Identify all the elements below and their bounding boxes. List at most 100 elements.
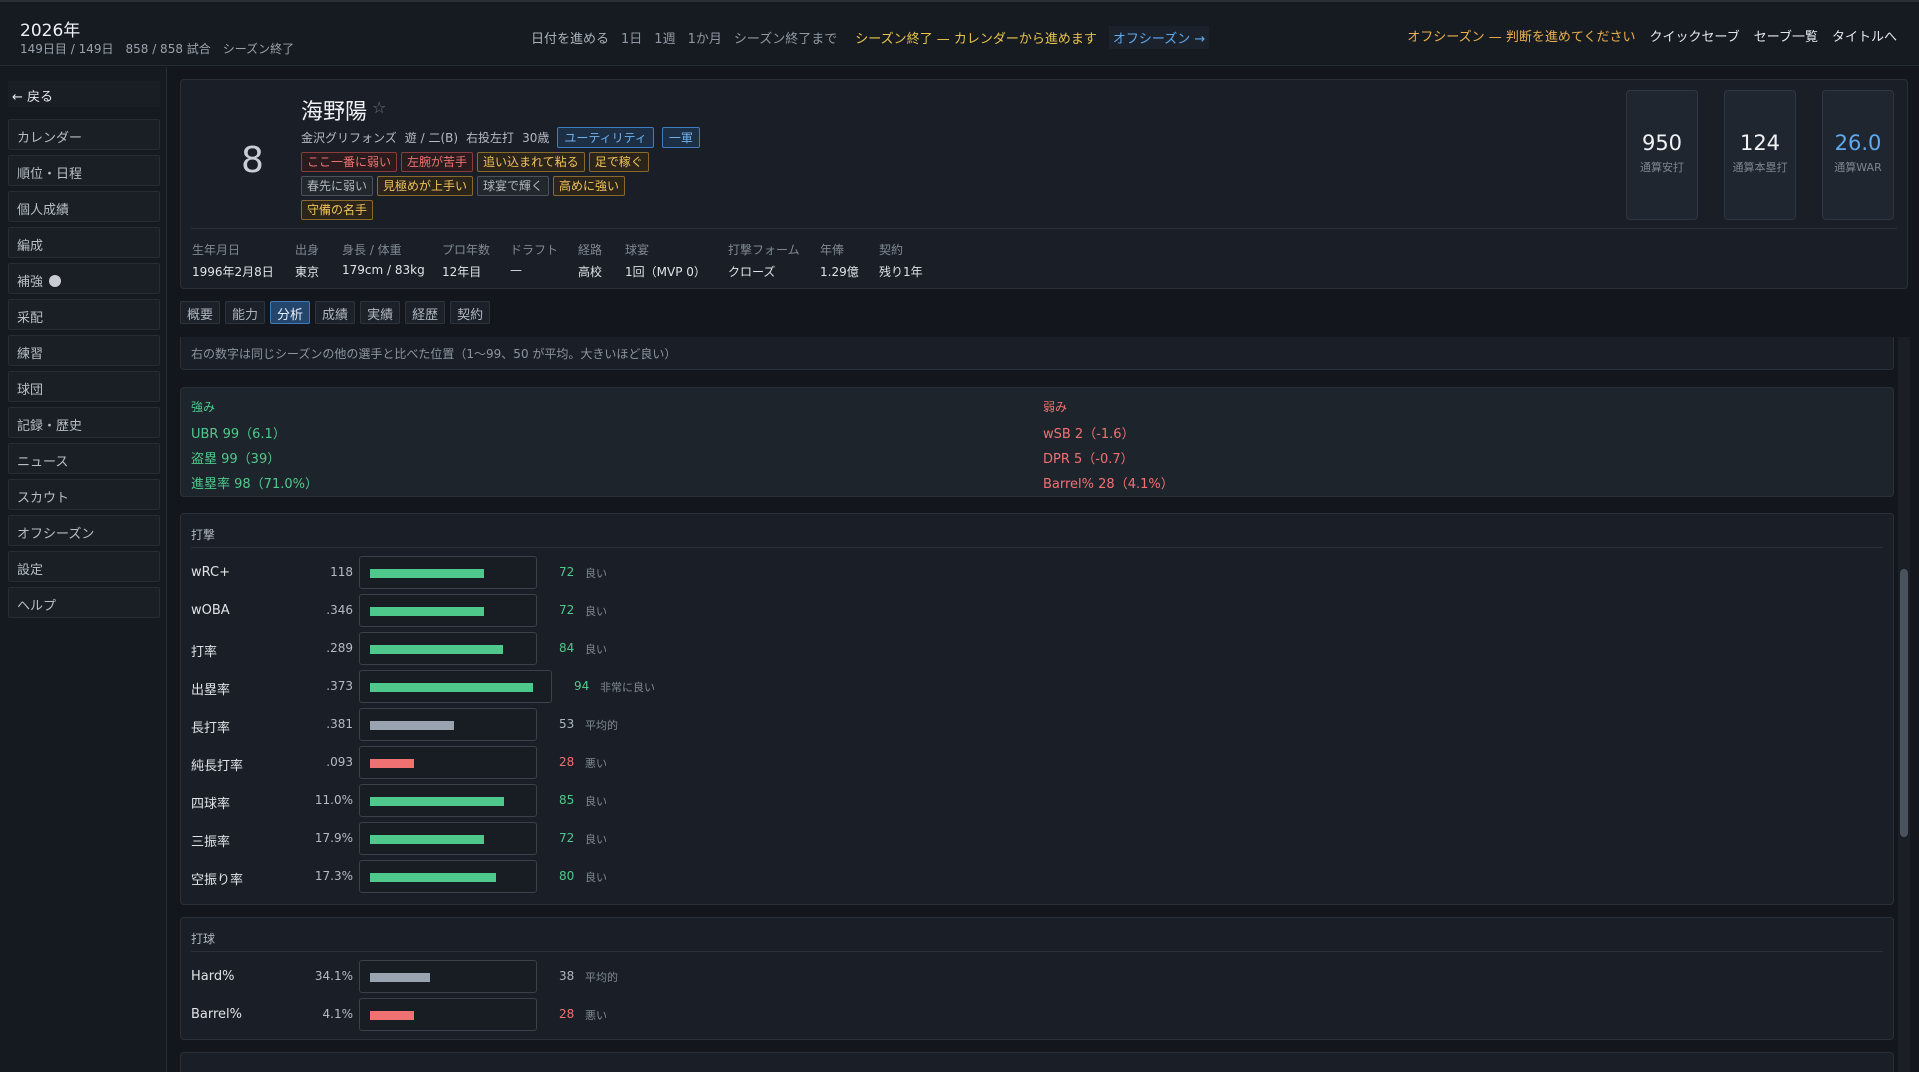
back-button[interactable]: ← 戻る bbox=[8, 81, 160, 107]
percentile-grade: 平均的 bbox=[585, 971, 618, 984]
bio-value: クローズ bbox=[728, 265, 776, 279]
sidebar-item-offseason[interactable]: オフシーズン bbox=[8, 515, 160, 546]
trait-badge: 守備の名手 bbox=[301, 200, 374, 220]
bio-birthdate: 生年月日 1996年2月8日 bbox=[192, 241, 274, 280]
sidebar-item-label: 補強 bbox=[17, 275, 44, 290]
bio-route: 経路 高校 bbox=[578, 241, 602, 280]
tab-history[interactable]: 経歴 bbox=[405, 301, 446, 324]
sidebar-item-player-stats[interactable]: 個人成績 bbox=[8, 191, 160, 222]
trait-badge: 高めに強い bbox=[553, 176, 626, 196]
advance-1-day-button[interactable]: 1日 bbox=[621, 28, 642, 47]
percentile-value: 85 bbox=[559, 793, 575, 807]
main-content: 8 海野陽 ☆ 金沢グリフォンズ 遊 / 二(B) 右投左打 30歳 ユーティリ… bbox=[168, 67, 1919, 1072]
sidebar-item-practice[interactable]: 練習 bbox=[8, 335, 160, 366]
bio-label: 球宴 bbox=[625, 243, 650, 257]
bio-value: — bbox=[510, 263, 522, 277]
metric-name: 長打率 bbox=[191, 721, 231, 736]
sidebar: ← 戻る カレンダー 順位・日程 個人成績 編成 補強 采配 練習 球団 記録・… bbox=[0, 67, 167, 1072]
percentile-grade: 悪い bbox=[585, 757, 607, 770]
percentile-bar bbox=[359, 860, 537, 893]
strength-item: 盗塁 99（39） bbox=[191, 452, 281, 467]
season-end-message: シーズン終了 — カレンダーから進めます bbox=[855, 32, 1097, 47]
player-bats-throws: 右投左打 bbox=[466, 131, 515, 145]
bio-allstar: 球宴 1回（MVP 0） bbox=[625, 241, 706, 280]
metric-value: .381 bbox=[326, 717, 353, 731]
sidebar-item-news[interactable]: ニュース bbox=[8, 443, 160, 474]
bio-label: 年俸 bbox=[820, 243, 845, 257]
metric-value: 11.0% bbox=[314, 793, 353, 807]
tab-stats[interactable]: 成績 bbox=[315, 301, 356, 324]
bio-draft: ドラフト — bbox=[510, 241, 558, 277]
bio-hometown: 出身 東京 bbox=[295, 241, 319, 280]
advance-1-month-button[interactable]: 1か月 bbox=[688, 28, 722, 47]
trait-badge: 足で稼ぐ bbox=[588, 152, 649, 172]
bio-value: 179cm / 83kg bbox=[342, 263, 425, 277]
content-scrollbar[interactable] bbox=[1898, 337, 1910, 1072]
percentile-bar bbox=[359, 784, 537, 817]
batting-section-title: 打撃 bbox=[191, 528, 216, 542]
sidebar-item-calendar[interactable]: カレンダー bbox=[8, 119, 160, 150]
percentile-bar bbox=[359, 556, 537, 589]
metric-name: 空振り率 bbox=[191, 873, 244, 888]
sidebar-item-scout[interactable]: スカウト bbox=[8, 479, 160, 510]
strengths-weaknesses-card: 強み UBR 99（6.1） 盗塁 99（39） 進塁率 98（71.0%） 弱… bbox=[180, 387, 1894, 497]
career-hits-label: 通算安打 bbox=[1640, 161, 1684, 174]
top-bar: 2026年 149日目 / 149日 858 / 858 試合 シーズン終了 日… bbox=[0, 0, 1919, 66]
metric-row: Hard% 34.1% 38 平均的 bbox=[191, 960, 891, 993]
career-war-value: 26.0 bbox=[1834, 131, 1882, 155]
percentile-value: 53 bbox=[559, 717, 575, 731]
tab-analysis[interactable]: 分析 bbox=[270, 301, 311, 324]
scrollbar-thumb[interactable] bbox=[1900, 569, 1908, 837]
sidebar-item-tactics[interactable]: 采配 bbox=[8, 299, 160, 330]
quick-save-button[interactable]: クイックセーブ bbox=[1650, 26, 1740, 45]
offseason-link[interactable]: オフシーズン → bbox=[1108, 26, 1210, 49]
metric-name: wRC+ bbox=[191, 565, 230, 580]
sidebar-item-roster[interactable]: 編成 bbox=[8, 227, 160, 258]
role-badge: ユーティリティ bbox=[557, 127, 654, 148]
next-section bbox=[180, 1052, 1894, 1072]
advance-label: 日付を進める bbox=[531, 32, 610, 47]
to-title-button[interactable]: タイトルへ bbox=[1832, 26, 1897, 45]
percentile-bar-fill bbox=[370, 1011, 414, 1020]
percentile-grade: 良い bbox=[585, 871, 607, 884]
advance-1-week-button[interactable]: 1週 bbox=[654, 28, 675, 47]
sidebar-item-records[interactable]: 記録・歴史 bbox=[8, 407, 160, 438]
bio-value: 1.29億 bbox=[820, 265, 859, 279]
batted-ball-section: 打球 Hard% 34.1% 38 平均的 Barrel% 4.1% 28 悪い bbox=[180, 917, 1894, 1040]
favorite-star-icon[interactable]: ☆ bbox=[372, 98, 386, 117]
metric-row: 長打率 .381 53 平均的 bbox=[191, 708, 891, 741]
tab-ratings[interactable]: 能力 bbox=[225, 301, 266, 324]
metric-value: 118 bbox=[330, 565, 353, 579]
tab-achievements[interactable]: 実績 bbox=[360, 301, 401, 324]
trait-badge: 見極めが上手い bbox=[377, 176, 474, 196]
metric-row: 空振り率 17.3% 80 良い bbox=[191, 860, 891, 893]
percentile-bar-fill bbox=[370, 973, 430, 982]
metric-name: 出塁率 bbox=[191, 683, 231, 698]
weakness-item: DPR 5（-0.7） bbox=[1043, 452, 1134, 467]
sidebar-item-club[interactable]: 球団 bbox=[8, 371, 160, 402]
tab-contract[interactable]: 契約 bbox=[450, 301, 491, 324]
tab-overview[interactable]: 概要 bbox=[180, 301, 221, 324]
strengths-column: 強み UBR 99（6.1） 盗塁 99（39） 進塁率 98（71.0%） bbox=[191, 398, 318, 498]
player-name: 海野陽 bbox=[301, 100, 368, 125]
player-age: 30歳 bbox=[522, 131, 550, 145]
sidebar-item-standings[interactable]: 順位・日程 bbox=[8, 155, 160, 186]
percentile-note-card: 右の数字は同じシーズンの他の選手と比べた位置（1〜99、50 が平均。大きいほど… bbox=[180, 337, 1894, 370]
percentile-note: 右の数字は同じシーズンの他の選手と比べた位置（1〜99、50 が平均。大きいほど… bbox=[191, 347, 677, 361]
player-meta: 金沢グリフォンズ 遊 / 二(B) 右投左打 30歳 ユーティリティ 一軍 bbox=[301, 127, 700, 148]
save-list-button[interactable]: セーブ一覧 bbox=[1754, 26, 1818, 45]
percentile-grade: 良い bbox=[585, 833, 607, 846]
percentile-bar bbox=[359, 822, 537, 855]
bio-value: 東京 bbox=[295, 265, 320, 279]
weaknesses-column: 弱み wSB 2（-1.6） DPR 5（-0.7） Barrel% 28（4.… bbox=[1043, 398, 1174, 498]
percentile-grade: 良い bbox=[585, 643, 607, 656]
sidebar-item-help[interactable]: ヘルプ bbox=[8, 587, 160, 618]
bio-pro-years: プロ年数 12年目 bbox=[442, 241, 490, 280]
advance-season-end-button[interactable]: シーズン終了まで bbox=[734, 28, 837, 47]
percentile-value: 28 bbox=[559, 755, 575, 769]
metric-name: wOBA bbox=[191, 603, 230, 618]
sidebar-item-settings[interactable]: 設定 bbox=[8, 551, 160, 582]
sidebar-item-reinforce[interactable]: 補強 bbox=[8, 263, 160, 294]
metric-name: 四球率 bbox=[191, 797, 231, 812]
bio-value: 1回（MVP 0） bbox=[625, 265, 706, 279]
